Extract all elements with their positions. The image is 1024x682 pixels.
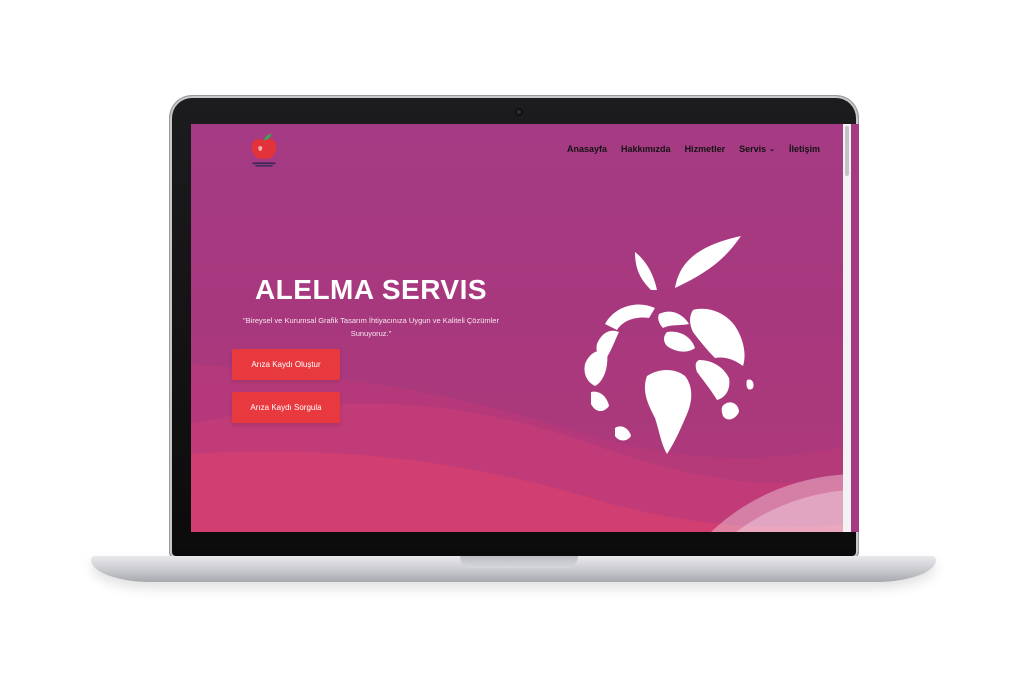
hero-title: ALELMA SERVIS: [254, 274, 488, 305]
nav-services[interactable]: Hizmetler: [685, 144, 726, 154]
laptop-notch: [460, 556, 578, 568]
create-fault-record-button[interactable]: Arıza Kaydı Oluştur: [232, 349, 340, 380]
apple-globe-icon: [584, 236, 754, 454]
nav-about[interactable]: Hakkımızda: [621, 144, 671, 154]
hero-section: Anasayfa Hakkımızda Hizmetler Servis ⌄ İ…: [191, 124, 851, 532]
chevron-down-icon: ⌄: [769, 146, 775, 153]
website-screen: Anasayfa Hakkımızda Hizmetler Servis ⌄ İ…: [191, 124, 859, 532]
hero-subtitle: "Bireysel ve Kurumsal Grafik Tasarım İht…: [243, 316, 499, 338]
nav-servis-dropdown[interactable]: Servis ⌄: [739, 144, 775, 154]
nav-contact[interactable]: İletişim: [789, 144, 820, 154]
apple-logo-icon[interactable]: [245, 130, 283, 170]
scrollbar[interactable]: [843, 124, 851, 532]
nav-home[interactable]: Anasayfa: [567, 144, 607, 154]
query-fault-record-button[interactable]: Arıza Kaydı Sorgula: [232, 392, 340, 423]
nav-servis-label: Servis: [739, 144, 767, 154]
scrollbar-thumb[interactable]: [845, 126, 849, 176]
webcam-icon: [515, 108, 523, 116]
main-nav: Anasayfa Hakkımızda Hizmetler Servis ⌄ İ…: [567, 144, 820, 154]
